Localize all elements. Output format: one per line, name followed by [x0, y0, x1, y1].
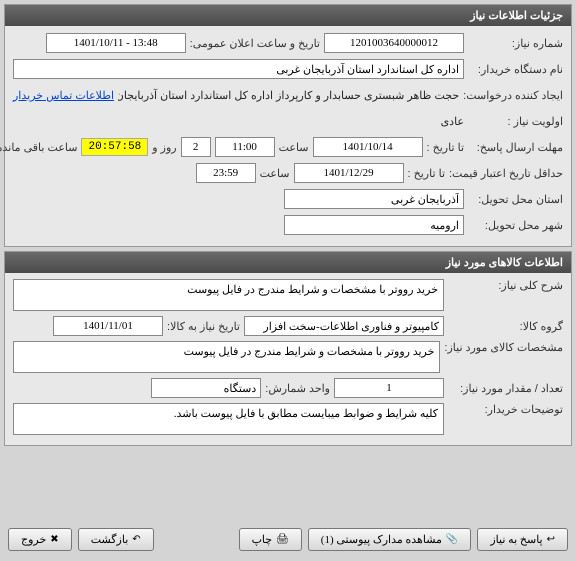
- print-label: چاپ: [252, 533, 273, 546]
- panel1-body: شماره نیاز: تاریخ و ساعت اعلان عمومی: نا…: [5, 26, 571, 246]
- time-label-1: ساعت: [279, 141, 309, 154]
- days-remaining-field: [181, 137, 211, 157]
- attachment-icon: 📎: [446, 534, 458, 545]
- qty-label: تعداد / مقدار مورد نیاز:: [448, 382, 563, 395]
- time-remaining: 20:57:58: [81, 138, 148, 156]
- row-deadline: مهلت ارسال پاسخ: تا تاریخ : ساعت روز و 2…: [13, 136, 563, 158]
- deadline-date-field[interactable]: [313, 137, 423, 157]
- notes-field[interactable]: [13, 403, 444, 435]
- unit-field[interactable]: [151, 378, 261, 398]
- row-province: استان محل تحویل:: [13, 188, 563, 210]
- need-number-field[interactable]: [324, 33, 464, 53]
- exit-label: خروج: [21, 533, 46, 546]
- row-spec: مشخصات کالای مورد نیاز:: [13, 341, 563, 373]
- spec-label: مشخصات کالای مورد نیاز:: [444, 341, 563, 354]
- back-label: بازگشت: [91, 533, 129, 546]
- remaining-label: ساعت باقی مانده: [0, 141, 77, 154]
- back-icon: ↶: [132, 534, 140, 545]
- row-city: شهر محل تحویل:: [13, 214, 563, 236]
- priority-label: اولویت نیاز :: [468, 115, 563, 128]
- row-desc: شرح کلی نیاز:: [13, 279, 563, 311]
- need-details-panel: جزئیات اطلاعات نیاز شماره نیاز: تاریخ و …: [4, 4, 572, 247]
- attachments-button[interactable]: 📎 مشاهده مدارک پیوستی (1): [308, 528, 472, 551]
- to-date-label-1: تا تاریخ :: [427, 141, 464, 154]
- validity-date-field[interactable]: [294, 163, 404, 183]
- exit-icon: ✖: [50, 534, 58, 545]
- city-field[interactable]: [284, 215, 464, 235]
- panel1-header: جزئیات اطلاعات نیاز: [5, 5, 571, 26]
- group-field[interactable]: [244, 316, 444, 336]
- days-and-label: روز و: [152, 141, 176, 154]
- need-date-label: تاریخ نیاز به کالا:: [167, 320, 240, 333]
- group-label: گروه کالا:: [448, 320, 563, 333]
- goods-info-panel: اطلاعات کالاهای مورد نیاز شرح کلی نیاز: …: [4, 251, 572, 446]
- need-number-label: شماره نیاز:: [468, 37, 563, 50]
- announce-label: تاریخ و ساعت اعلان عمومی:: [190, 37, 320, 50]
- print-button[interactable]: 🖨 چاپ: [239, 528, 302, 551]
- to-date-label-2: تا تاریخ :: [408, 167, 445, 180]
- creator-label: ایجاد کننده درخواست:: [463, 89, 563, 102]
- respond-button[interactable]: ↩ پاسخ به نیاز: [477, 528, 568, 551]
- row-group: گروه کالا: تاریخ نیاز به کالا:: [13, 315, 563, 337]
- deadline-time-field[interactable]: [215, 137, 275, 157]
- back-button[interactable]: ↶ بازگشت: [78, 528, 154, 551]
- desc-field[interactable]: [13, 279, 444, 311]
- qty-field[interactable]: [334, 378, 444, 398]
- priority-value: عادی: [441, 113, 464, 130]
- panel2-body: شرح کلی نیاز: گروه کالا: تاریخ نیاز به ک…: [5, 273, 571, 445]
- buyer-contact-link[interactable]: اطلاعات تماس خریدار: [13, 89, 114, 102]
- reply-icon: ↩: [547, 534, 555, 545]
- spec-field[interactable]: [13, 341, 440, 373]
- footer-spacer: [160, 528, 233, 551]
- buyer-field[interactable]: [13, 59, 464, 79]
- validity-time-field[interactable]: [196, 163, 256, 183]
- respond-label: پاسخ به نیاز: [490, 533, 542, 546]
- need-date-field[interactable]: [53, 316, 163, 336]
- row-validity: حداقل تاریخ اعتبار قیمت: تا تاریخ : ساعت: [13, 162, 563, 184]
- row-notes: توضیحات خریدار:: [13, 403, 563, 435]
- province-label: استان محل تحویل:: [468, 193, 563, 206]
- creator-value: حجت ظاهر شبستری حسابدار و کارپرداز اداره…: [118, 87, 459, 104]
- attachments-label: مشاهده مدارک پیوستی (1): [321, 533, 442, 546]
- city-label: شهر محل تحویل:: [468, 219, 563, 232]
- province-field[interactable]: [284, 189, 464, 209]
- panel2-header: اطلاعات کالاهای مورد نیاز: [5, 252, 571, 273]
- validity-label: حداقل تاریخ اعتبار قیمت:: [449, 167, 563, 180]
- exit-button[interactable]: ✖ خروج: [8, 528, 72, 551]
- row-need-number: شماره نیاز: تاریخ و ساعت اعلان عمومی:: [13, 32, 563, 54]
- row-creator: ایجاد کننده درخواست: حجت ظاهر شبستری حسا…: [13, 84, 563, 106]
- row-qty: تعداد / مقدار مورد نیاز: واحد شمارش:: [13, 377, 563, 399]
- unit-label: واحد شمارش:: [265, 382, 330, 395]
- desc-label: شرح کلی نیاز:: [448, 279, 563, 292]
- announce-field[interactable]: [46, 33, 186, 53]
- notes-label: توضیحات خریدار:: [448, 403, 563, 416]
- print-icon: 🖨: [276, 534, 289, 545]
- buyer-label: نام دستگاه خریدار:: [468, 63, 563, 76]
- footer-toolbar: ↩ پاسخ به نیاز 📎 مشاهده مدارک پیوستی (1)…: [8, 528, 568, 551]
- deadline-label: مهلت ارسال پاسخ:: [468, 141, 563, 154]
- row-priority: اولویت نیاز : عادی: [13, 110, 563, 132]
- row-buyer: نام دستگاه خریدار:: [13, 58, 563, 80]
- time-label-2: ساعت: [260, 167, 290, 180]
